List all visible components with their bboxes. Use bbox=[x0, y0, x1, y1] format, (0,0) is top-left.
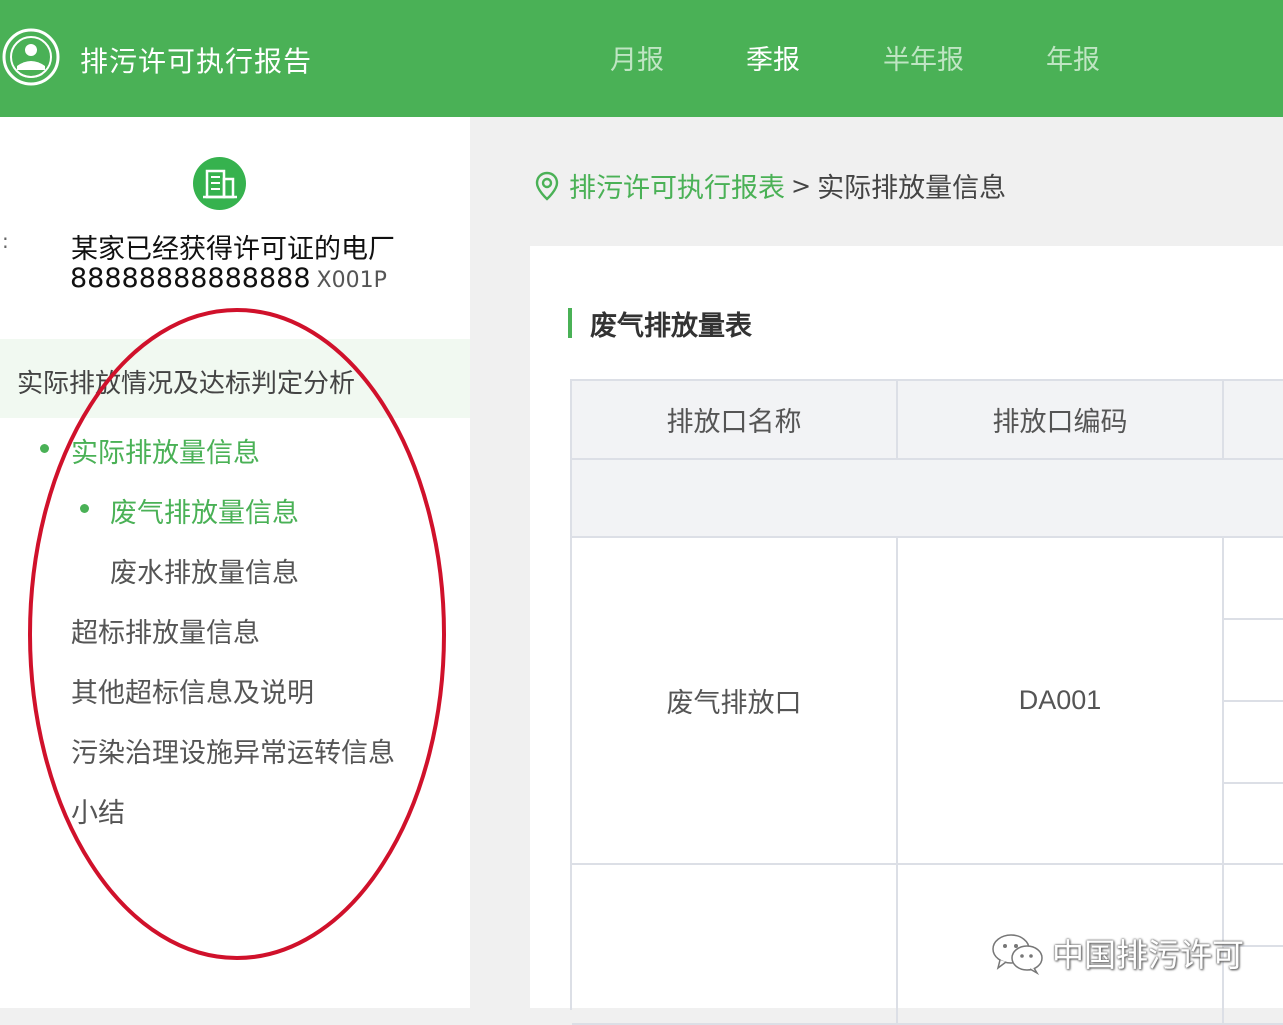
watermark-text: 中国排污许可 bbox=[1052, 936, 1245, 974]
table-cell-outlet-name: 废气排放口 bbox=[572, 538, 898, 865]
table-cell bbox=[1224, 702, 1283, 784]
tab-semiannual[interactable]: 半年报 bbox=[883, 38, 964, 77]
org-code-number: 88888888888888 bbox=[70, 263, 311, 294]
location-pin-icon bbox=[535, 171, 559, 201]
table-header-cell: 排放口编码 bbox=[898, 381, 1224, 460]
tab-annual[interactable]: 年报 bbox=[1046, 38, 1100, 77]
breadcrumb-current: 实际排放量信息 bbox=[817, 173, 1007, 204]
menu-item-other-excess[interactable]: 其他超标信息及说明 bbox=[71, 671, 314, 710]
building-icon bbox=[193, 157, 246, 210]
panel-title: 废气排放量表 bbox=[590, 311, 752, 342]
menu-item-exhaust-gas[interactable]: 废气排放量信息 bbox=[110, 491, 299, 530]
menu-item-excess-emission[interactable]: 超标排放量信息 bbox=[71, 611, 260, 650]
tab-monthly[interactable]: 月报 bbox=[610, 38, 664, 77]
tab-quarterly[interactable]: 季报 bbox=[746, 38, 800, 77]
breadcrumb-link[interactable]: 排污许可执行报表 bbox=[569, 173, 785, 204]
table-header-cell bbox=[1224, 381, 1283, 460]
wechat-icon bbox=[992, 934, 1043, 975]
breadcrumb: 排污许可执行报表 > 实际排放量信息 bbox=[535, 166, 1006, 204]
table-header-cell: 排放口名称 bbox=[572, 381, 898, 460]
watermark: 中国排污许可 bbox=[990, 930, 1244, 976]
content-panel: 废气排放量表 排放口名称 排放口编码 废气排放口 DA001 bbox=[530, 246, 1283, 1025]
menu-item-actual-emission[interactable]: 实际排放量信息 bbox=[71, 431, 260, 470]
active-dot-icon bbox=[40, 444, 49, 453]
table-cell bbox=[1224, 784, 1283, 865]
org-name: 某家已经获得许可证的电厂 bbox=[71, 234, 395, 265]
breadcrumb-separator: > bbox=[791, 171, 812, 200]
active-dot-icon bbox=[80, 504, 89, 513]
table-cell bbox=[1224, 620, 1283, 702]
org-code: 88888888888888 X001P bbox=[70, 263, 387, 294]
menu-section-header[interactable]: 实际排放情况及达标判定分析 bbox=[0, 339, 470, 418]
table-cell bbox=[572, 865, 898, 1025]
title-accent-bar bbox=[568, 308, 572, 338]
table-cell-outlet-code: DA001 bbox=[898, 538, 1224, 865]
org-code-suffix: X001P bbox=[316, 268, 387, 293]
table-subheader-row bbox=[572, 460, 1283, 538]
menu-item-summary[interactable]: 小结 bbox=[71, 791, 125, 830]
ministry-emblem-icon bbox=[2, 28, 60, 86]
cropped-glyph: : bbox=[2, 229, 9, 253]
sidebar: : 某家已经获得许可证的电厂 88888888888888 X001P 实际排放情… bbox=[0, 117, 470, 1008]
emission-table: 排放口名称 排放口编码 废气排放口 DA001 bbox=[570, 379, 1283, 1025]
top-header: 排污许可执行报告 月报 季报 半年报 年报 bbox=[0, 0, 1283, 117]
menu-item-wastewater[interactable]: 废水排放量信息 bbox=[110, 551, 299, 590]
menu-item-abnormal-operation[interactable]: 污染治理设施异常运转信息 bbox=[71, 731, 395, 770]
menu-section-label: 实际排放情况及达标判定分析 bbox=[17, 369, 356, 399]
table-cell bbox=[1224, 538, 1283, 620]
app-title: 排污许可执行报告 bbox=[80, 45, 313, 78]
